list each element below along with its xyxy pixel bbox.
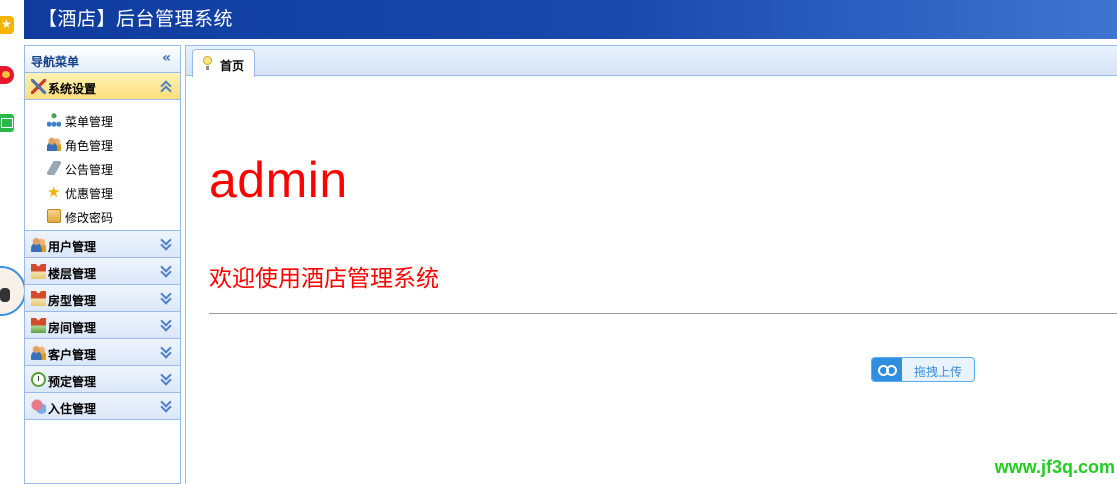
menu-item-change-password[interactable]: 修改密码 [25, 204, 180, 228]
tab-bar: 首页 [186, 46, 1117, 77]
username-heading: admin [209, 152, 348, 208]
section-system-settings[interactable]: 系统设置 [25, 73, 180, 100]
section-label: 楼层管理 [48, 267, 97, 281]
upload-button-label: 拖拽上传 [914, 365, 963, 379]
floating-share-strip [0, 0, 26, 484]
section-customer-management[interactable]: 客户管理 [25, 339, 180, 366]
home-content: admin 欢迎使用酒店管理系统 拖拽上传 [186, 77, 1117, 484]
top-header: 【酒店】后台管理系统 [24, 0, 1117, 39]
users-icon [47, 137, 61, 151]
app-title: 【酒店】后台管理系统 [38, 8, 234, 30]
chevron-down-icon[interactable] [160, 263, 172, 277]
chevron-down-icon[interactable] [160, 344, 172, 358]
menu-item-announcement-management[interactable]: 公告管理 [25, 156, 180, 180]
section-room-type-management[interactable]: 房型管理 [25, 285, 180, 312]
sidebar-title: 导航菜单 [31, 55, 80, 69]
collapse-sidebar-icon[interactable]: « [162, 51, 171, 65]
users-icon [31, 345, 46, 360]
chevron-up-icon[interactable] [160, 78, 172, 92]
chevron-down-icon[interactable] [160, 290, 172, 304]
menu-item-label: 菜单管理 [65, 115, 114, 129]
section-system-settings-body: 菜单管理 角色管理 公告管理 ★ 优惠管理 修改密码 [25, 100, 180, 231]
chevron-down-icon[interactable] [160, 236, 172, 250]
section-checkin-management[interactable]: 入住管理 [25, 393, 180, 420]
favorite-star-icon[interactable] [0, 16, 14, 34]
house-icon [31, 291, 46, 306]
bulb-icon [203, 56, 212, 70]
menu-item-label: 角色管理 [65, 139, 114, 153]
cloud-icon [872, 358, 902, 381]
sitemap-icon [47, 113, 61, 127]
nav-sidebar: 导航菜单 « 系统设置 菜单管理 角色管理 公告管理 ★ 优惠管理 修改密码 用… [24, 45, 181, 484]
menu-item-label: 修改密码 [65, 211, 114, 225]
section-label: 房间管理 [48, 321, 97, 335]
chevron-down-icon[interactable] [160, 317, 172, 331]
section-label: 客户管理 [48, 348, 97, 362]
chevron-down-icon[interactable] [160, 371, 172, 385]
weibo-icon[interactable] [0, 66, 14, 84]
drag-upload-button[interactable]: 拖拽上传 [871, 357, 975, 382]
site-watermark: www.jf3q.com [994, 457, 1115, 477]
menu-item-label: 公告管理 [65, 163, 114, 177]
section-label: 系统设置 [48, 82, 97, 96]
main-panel: 首页 admin 欢迎使用酒店管理系统 拖拽上传 [185, 45, 1117, 484]
key-icon [47, 209, 61, 223]
welcome-message: 欢迎使用酒店管理系统 [209, 266, 439, 292]
section-label: 用户管理 [48, 240, 97, 254]
tools-icon [31, 79, 46, 94]
chevron-down-icon[interactable] [160, 398, 172, 412]
star-icon: ★ [47, 183, 61, 201]
tab-label: 首页 [220, 59, 245, 73]
section-label: 预定管理 [48, 375, 97, 389]
clock-icon [31, 372, 46, 387]
mail-icon[interactable] [0, 114, 14, 132]
section-label: 房型管理 [48, 294, 97, 308]
house-green-icon [31, 318, 46, 333]
chat-icon [31, 399, 46, 414]
section-label: 入住管理 [48, 402, 97, 416]
house-icon [31, 264, 46, 279]
menu-item-role-management[interactable]: 角色管理 [25, 132, 180, 156]
divider [209, 313, 1117, 314]
sidebar-header: 导航菜单 « [25, 46, 180, 73]
menu-item-menu-management[interactable]: 菜单管理 [25, 108, 180, 132]
section-user-management[interactable]: 用户管理 [25, 231, 180, 258]
menu-item-label: 优惠管理 [65, 187, 114, 201]
menu-item-discount-management[interactable]: ★ 优惠管理 [25, 180, 180, 204]
support-avatar-icon[interactable] [0, 266, 26, 316]
section-reservation-management[interactable]: 预定管理 [25, 366, 180, 393]
section-room-management[interactable]: 房间管理 [25, 312, 180, 339]
users-icon [31, 237, 46, 252]
tab-home[interactable]: 首页 [192, 49, 255, 77]
speaker-icon [47, 161, 61, 175]
section-floor-management[interactable]: 楼层管理 [25, 258, 180, 285]
